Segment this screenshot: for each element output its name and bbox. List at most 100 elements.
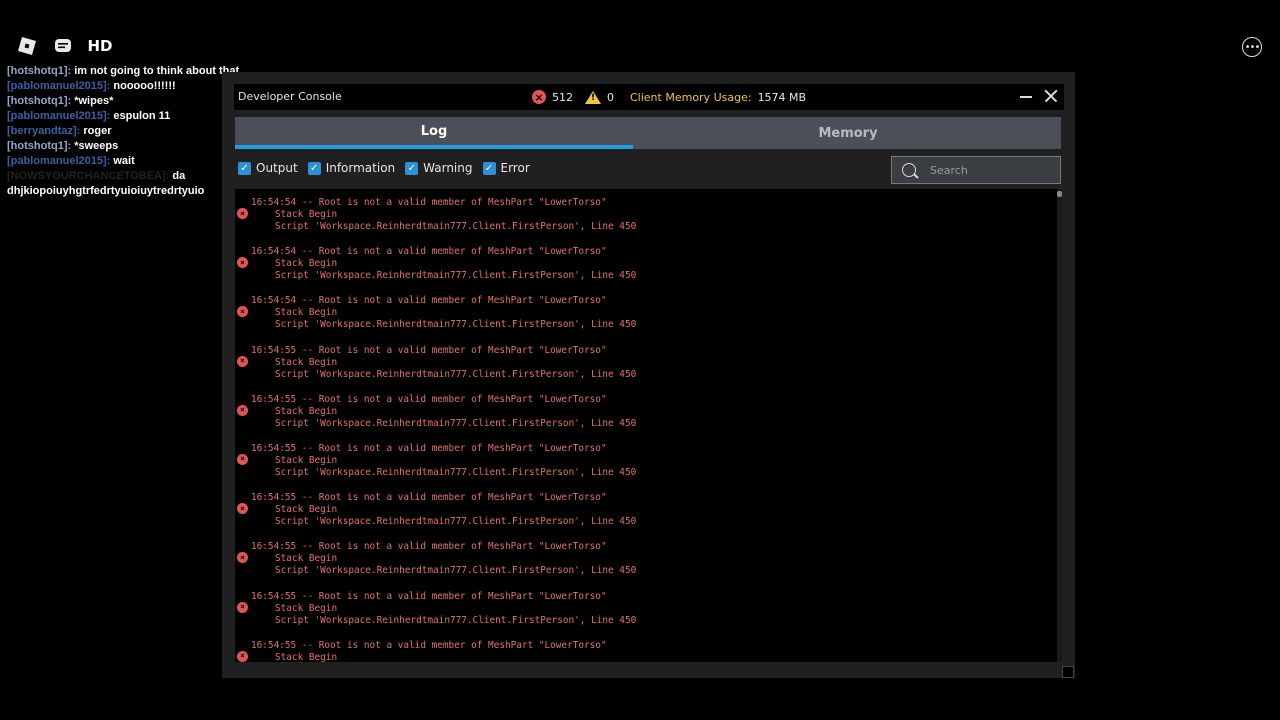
chat-message: [pablomanuel2015]: espulon 11 bbox=[7, 109, 257, 124]
log-line: Stack Begin bbox=[275, 553, 338, 565]
chat-username[interactable]: [pablomanuel2015]: bbox=[7, 110, 110, 122]
log-line: Stack Begin bbox=[275, 454, 338, 466]
log-line: 16:54:55 -- Root is not a valid member o… bbox=[251, 590, 607, 602]
chat-text: roger bbox=[83, 125, 112, 137]
filter-error[interactable]: ✓ Error bbox=[482, 161, 530, 175]
chat-message: [hotshotq1]: *sweeps bbox=[7, 139, 257, 154]
checkbox-error[interactable]: ✓ bbox=[482, 161, 496, 175]
hd-badge[interactable]: HD bbox=[88, 36, 113, 56]
chat-username[interactable]: [hotshotq1]: bbox=[7, 95, 71, 107]
console-title: Developer Console bbox=[238, 90, 342, 103]
log-line: Script 'Workspace.Reinherdtmain777.Clien… bbox=[275, 221, 637, 232]
warning-icon: ! bbox=[585, 90, 601, 104]
log-line: Stack Begin bbox=[275, 356, 338, 368]
chat-username[interactable]: [berryandtaz]: bbox=[7, 125, 80, 137]
filter-warning-label: Warning bbox=[423, 161, 473, 175]
chat-icon[interactable] bbox=[52, 36, 74, 56]
filter-warning[interactable]: ✓ Warning bbox=[405, 161, 473, 175]
log-line: Script 'Workspace.Reinherdtmain777.Clien… bbox=[275, 565, 637, 577]
error-icon: × bbox=[237, 601, 248, 613]
log-line: Script 'Workspace.Reinherdtmain777.Clien… bbox=[275, 319, 637, 331]
log-entry: × 16:54:55 -- Root is not a valid member … bbox=[235, 435, 1057, 484]
chat-text: *sweeps bbox=[74, 140, 119, 152]
chat-message: [hotshotq1]: im not going to think about… bbox=[7, 64, 257, 79]
minimize-button[interactable] bbox=[1018, 86, 1034, 106]
chat-text: *wipes* bbox=[74, 95, 114, 107]
log-line: 16:54:54 -- Root is not a valid member o… bbox=[251, 295, 607, 307]
log-line: Stack Begin bbox=[275, 307, 338, 319]
search-icon bbox=[902, 163, 916, 177]
chat-message: [pablomanuel2015]: wait bbox=[7, 154, 257, 169]
log-line: Stack Begin bbox=[275, 405, 338, 417]
search-input[interactable] bbox=[928, 162, 1052, 178]
chat-username[interactable]: [hotshotq1]: bbox=[7, 65, 71, 77]
log-line: Stack Begin bbox=[275, 504, 338, 516]
checkbox-warning[interactable]: ✓ bbox=[405, 161, 419, 175]
resize-handle[interactable] bbox=[1062, 666, 1074, 678]
log-scrollbar[interactable] bbox=[1057, 189, 1062, 662]
checkbox-information[interactable]: ✓ bbox=[307, 161, 321, 175]
chat-message: [berryandtaz]: roger bbox=[7, 124, 257, 139]
more-icon[interactable]: ••• bbox=[1242, 37, 1262, 57]
tab-memory[interactable]: Memory bbox=[635, 117, 1061, 149]
log-line: 16:54:54 -- Root is not a valid member o… bbox=[251, 246, 607, 258]
error-icon: × bbox=[237, 404, 248, 416]
memory-value: 1574 MB bbox=[757, 90, 807, 104]
roblox-logo-icon[interactable] bbox=[16, 36, 38, 56]
log-line: Script 'Workspace.Reinherdtmain777.Clien… bbox=[275, 270, 637, 282]
log-line: Script 'Workspace.Reinherdtmain777.Clien… bbox=[275, 417, 637, 429]
log-line: Stack Begin bbox=[275, 258, 338, 270]
chat-text: nooooo!!!!!! bbox=[113, 80, 176, 92]
log-line: Stack Begin bbox=[275, 602, 338, 614]
log-line: Script 'Workspace.Reinherdtmain777.Clien… bbox=[275, 614, 637, 626]
filter-output-label: Output bbox=[256, 161, 298, 175]
log-line: Stack Begin bbox=[275, 651, 338, 662]
error-icon: × bbox=[237, 503, 248, 515]
error-icon: × bbox=[237, 208, 248, 219]
filter-output[interactable]: ✓ Output bbox=[238, 161, 298, 175]
filter-information[interactable]: ✓ Information bbox=[307, 161, 396, 175]
error-icon: × bbox=[237, 552, 248, 564]
log-line: Stack Begin bbox=[275, 209, 338, 220]
log-line: 16:54:55 -- Root is not a valid member o… bbox=[251, 442, 607, 454]
log-entry: × 16:54:55 -- Root is not a valid member … bbox=[235, 583, 1057, 632]
filter-information-label: Information bbox=[325, 161, 396, 175]
chat-username[interactable]: [pablomanuel2015]: bbox=[7, 155, 110, 167]
chat-username[interactable]: [hotshotq1]: bbox=[7, 140, 71, 152]
filter-error-label: Error bbox=[500, 161, 530, 175]
chat-username[interactable]: [NOWSYOURCHANCETOBEA]: bbox=[7, 170, 169, 182]
log-filters: ✓ Output ✓ Information ✓ Warning ✓ Error bbox=[238, 161, 540, 175]
developer-console-window: Developer Console × 512 ! 0 Client Memor… bbox=[222, 72, 1075, 678]
console-status: × 512 ! 0 Client Memory Usage: 1574 MB bbox=[532, 88, 806, 106]
log-entry: × 16:54:55 -- Root is not a valid member … bbox=[235, 386, 1057, 435]
chat-message: dhjkiopoiuyhgtrfedrtyuioiuytredrtyuio bbox=[7, 184, 257, 199]
log-entry: × 16:54:54 -- Root is not a valid member … bbox=[235, 189, 1057, 238]
chat-log: [hotshotq1]: im not going to think about… bbox=[7, 64, 257, 199]
chat-text: dhjkiopoiuyhgtrfedrtyuioiuytredrtyuio bbox=[7, 185, 205, 197]
error-icon: × bbox=[237, 355, 248, 367]
checkbox-output[interactable]: ✓ bbox=[238, 161, 251, 175]
log-output[interactable]: × 16:54:54 -- Root is not a valid member … bbox=[235, 189, 1057, 662]
close-button[interactable] bbox=[1042, 87, 1060, 105]
error-icon: × bbox=[237, 453, 248, 465]
error-icon: × bbox=[237, 650, 248, 662]
log-entry: × 16:54:54 -- Root is not a valid member … bbox=[235, 287, 1057, 336]
scrollbar-thumb[interactable] bbox=[1057, 191, 1062, 197]
error-icon: × bbox=[237, 257, 248, 269]
console-titlebar[interactable]: Developer Console × 512 ! 0 Client Memor… bbox=[234, 84, 1064, 110]
chat-text: im not going to think about that bbox=[74, 65, 240, 77]
error-icon: × bbox=[532, 90, 546, 104]
log-entry: × 16:54:55 -- Root is not a valid member … bbox=[235, 484, 1057, 533]
log-entry: × 16:54:55 -- Root is not a valid member … bbox=[235, 533, 1057, 582]
log-entry: × 16:54:54 -- Root is not a valid member … bbox=[235, 238, 1057, 287]
chat-message: [NOWSYOURCHANCETOBEA]: da bbox=[7, 169, 257, 184]
log-line: 16:54:55 -- Root is not a valid member o… bbox=[251, 393, 607, 405]
chat-text: wait bbox=[113, 155, 135, 167]
error-count: 512 bbox=[552, 90, 573, 104]
chat-username[interactable]: [pablomanuel2015]: bbox=[7, 80, 110, 92]
console-tabs: Log Memory bbox=[235, 117, 1061, 149]
log-line: Script 'Workspace.Reinherdtmain777.Clien… bbox=[275, 466, 637, 478]
tab-log[interactable]: Log bbox=[235, 117, 633, 149]
chat-text: da bbox=[172, 170, 186, 182]
search-box[interactable] bbox=[891, 156, 1061, 184]
